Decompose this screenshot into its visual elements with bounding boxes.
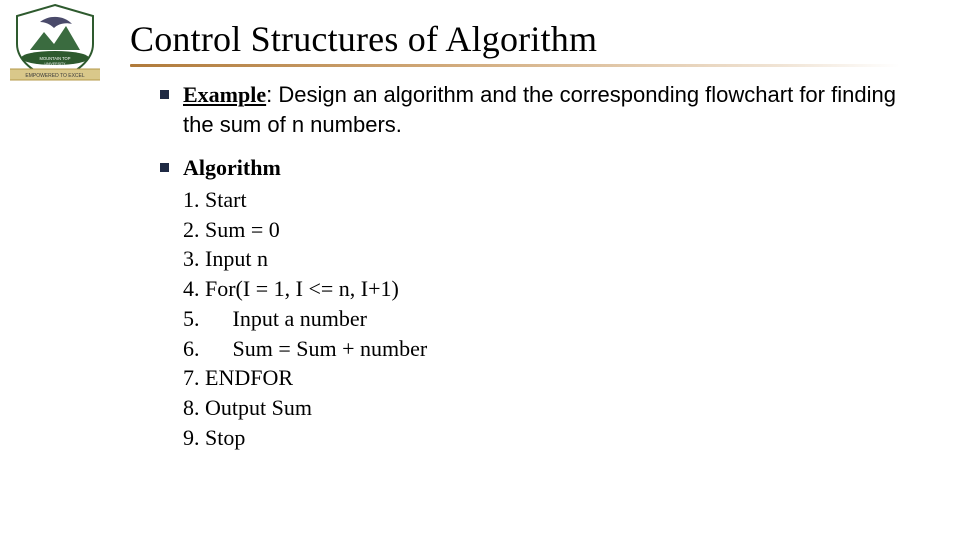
step-line: 9. Stop <box>183 425 245 450</box>
example-text: Example: Design an algorithm and the cor… <box>183 80 920 139</box>
algorithm-bullet-row: Algorithm <box>160 153 920 183</box>
logo-uni-sub: UNIVERSITY <box>44 62 66 66</box>
step-line: 4. For(I = 1, I <= n, I+1) <box>183 276 399 301</box>
slide-title: Control Structures of Algorithm <box>130 18 910 60</box>
step-line: 8. Output Sum <box>183 395 312 420</box>
slide-body: Example: Design an algorithm and the cor… <box>160 80 920 452</box>
logo-banner-text: EMPOWERED TO EXCEL <box>25 73 84 79</box>
title-area: Control Structures of Algorithm <box>130 18 910 67</box>
square-bullet-icon <box>160 163 169 172</box>
square-bullet-icon <box>160 90 169 99</box>
slide: MOUNTAIN TOP UNIVERSITY EMPOWERED TO EXC… <box>0 0 960 540</box>
step-line: 6. Sum = Sum + number <box>183 336 427 361</box>
university-logo: MOUNTAIN TOP UNIVERSITY EMPOWERED TO EXC… <box>10 2 100 82</box>
example-bullet-row: Example: Design an algorithm and the cor… <box>160 80 920 139</box>
logo-uni-name: MOUNTAIN TOP <box>40 56 71 61</box>
step-line: 1. Start <box>183 187 247 212</box>
algorithm-steps: 1. Start 2. Sum = 0 3. Input n 4. For(I … <box>183 185 920 452</box>
step-line: 7. ENDFOR <box>183 365 293 390</box>
example-label: Example <box>183 82 266 107</box>
example-description: : Design an algorithm and the correspond… <box>183 82 896 137</box>
step-line: 3. Input n <box>183 246 268 271</box>
step-line: 2. Sum = 0 <box>183 217 280 242</box>
algorithm-heading: Algorithm <box>183 153 281 183</box>
step-line: 5. Input a number <box>183 306 367 331</box>
title-underline <box>130 64 900 67</box>
